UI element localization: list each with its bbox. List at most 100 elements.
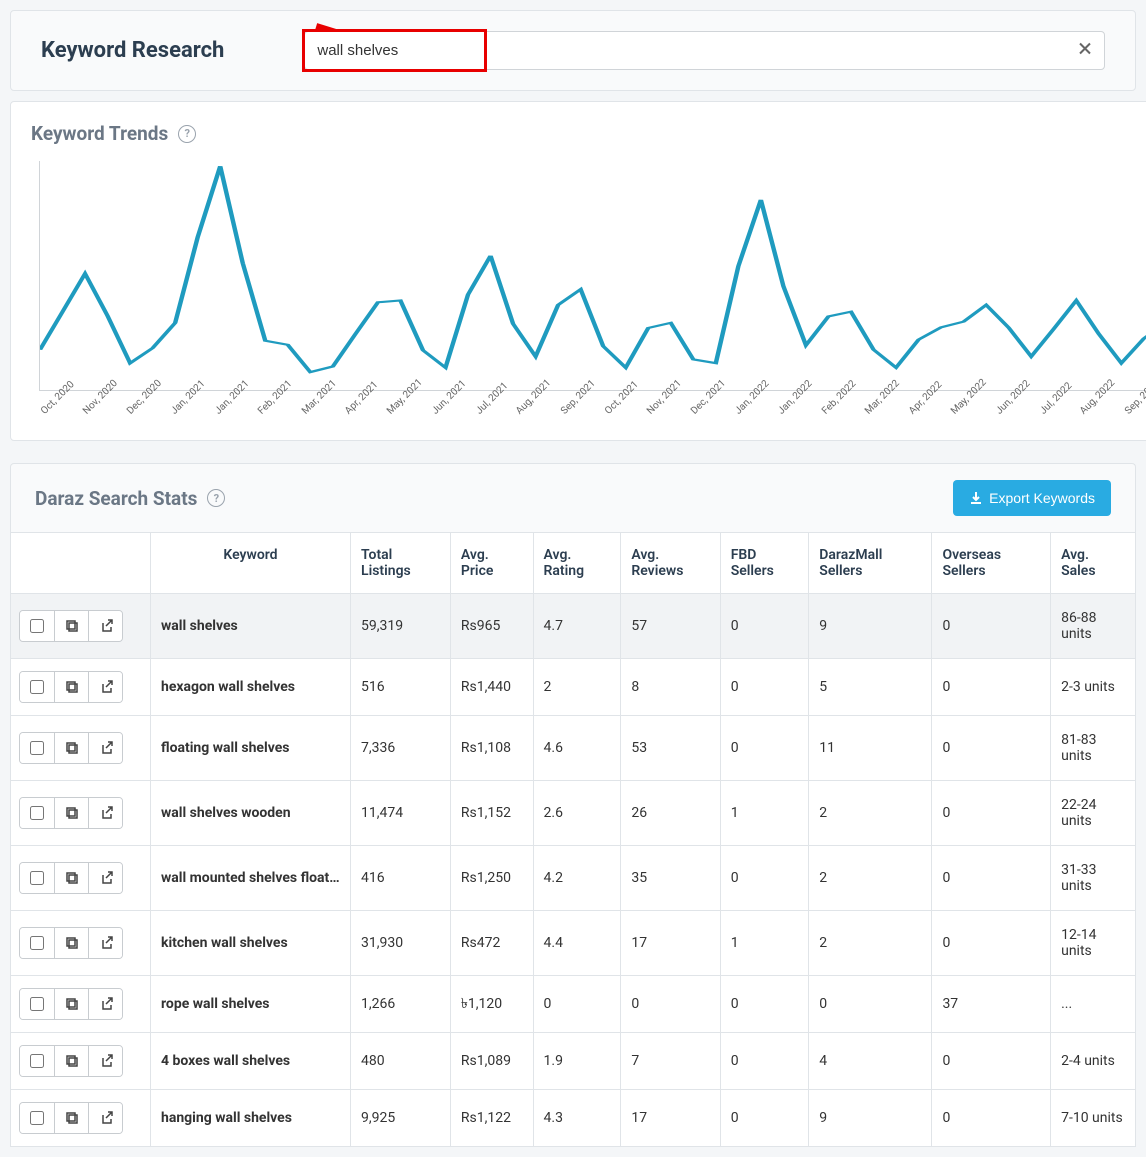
external-link-button[interactable] [88,798,122,828]
table-cell: 2 [809,911,932,976]
table-row: kitchen wall shelves31,930Rs4724.4171201… [11,911,1136,976]
copy-button[interactable] [54,798,88,828]
table-cell: 2.6 [533,781,621,846]
copy-button[interactable] [54,733,88,763]
trends-title-text: Keyword Trends [31,122,168,145]
row-checkbox[interactable] [20,611,54,641]
table-cell: Rs1,440 [450,659,533,716]
keywords-table: KeywordTotal ListingsAvg. PriceAvg. Rati… [10,532,1136,1147]
table-cell: 4.2 [533,846,621,911]
page-title: Keyword Research [41,38,224,63]
external-link-button[interactable] [88,863,122,893]
table-cell: hanging wall shelves [151,1090,351,1147]
copy-button[interactable] [54,611,88,641]
table-cell: 81-83 units [1051,716,1136,781]
table-cell: 0 [533,976,621,1033]
table-cell: 1 [720,911,809,976]
search-input[interactable] [304,31,1105,70]
table-row: hexagon wall shelves516Rs1,440280502-3 u… [11,659,1136,716]
row-checkbox[interactable] [20,989,54,1019]
table-cell: 57 [621,594,720,659]
table-cell: 9 [809,594,932,659]
copy-button[interactable] [54,1046,88,1076]
table-cell: Rs1,152 [450,781,533,846]
table-row: floating wall shelves7,336Rs1,1084.65301… [11,716,1136,781]
table-cell: 0 [720,659,809,716]
table-cell: 9,925 [351,1090,451,1147]
table-cell: 516 [351,659,451,716]
table-cell: Rs1,122 [450,1090,533,1147]
row-checkbox[interactable] [20,928,54,958]
copy-button[interactable] [54,672,88,702]
column-header: Overseas Sellers [932,533,1051,594]
table-cell: 2-3 units [1051,659,1136,716]
external-link-button[interactable] [88,1103,122,1133]
table-cell: 0 [932,594,1051,659]
row-checkbox[interactable] [20,1103,54,1133]
table-cell: 2 [809,846,932,911]
copy-button[interactable] [54,989,88,1019]
table-cell: 7,336 [351,716,451,781]
external-link-button[interactable] [88,733,122,763]
copy-button[interactable] [54,863,88,893]
table-row: rope wall shelves1,266৳1,120000037... [11,976,1136,1033]
table-cell: 2-4 units [1051,1033,1136,1090]
keyword-trends-panel: Keyword Trends ? Oct, 2020Nov, 2020Dec, … [10,101,1146,441]
row-checkbox[interactable] [20,1046,54,1076]
table-cell: 480 [351,1033,451,1090]
column-header: Avg. Price [450,533,533,594]
column-header: Avg. Reviews [621,533,720,594]
table-cell: 4.6 [533,716,621,781]
table-cell: 0 [720,1033,809,1090]
row-checkbox[interactable] [20,798,54,828]
table-cell: 7 [621,1033,720,1090]
export-keywords-button[interactable]: Export Keywords [953,480,1111,516]
external-link-button[interactable] [88,1046,122,1076]
table-cell: 0 [720,846,809,911]
table-cell: wall shelves [151,594,351,659]
help-icon[interactable]: ? [207,489,225,507]
column-header: FBD Sellers [720,533,809,594]
trends-chart [39,161,1146,391]
row-checkbox[interactable] [20,733,54,763]
table-cell: 31,930 [351,911,451,976]
external-link-button[interactable] [88,928,122,958]
table-cell: 416 [351,846,451,911]
table-row: wall shelves59,319Rs9654.75709086-88 uni… [11,594,1136,659]
external-link-button[interactable] [88,611,122,641]
table-cell: 17 [621,911,720,976]
row-checkbox[interactable] [20,672,54,702]
table-cell: 37 [932,976,1051,1033]
table-cell: 4.7 [533,594,621,659]
table-cell: floating wall shelves [151,716,351,781]
table-cell: Rs1,108 [450,716,533,781]
table-cell: Rs1,250 [450,846,533,911]
table-cell: 8 [621,659,720,716]
download-icon [969,491,983,505]
table-cell: 1 [720,781,809,846]
external-link-button[interactable] [88,672,122,702]
copy-button[interactable] [54,1103,88,1133]
table-cell: 12-14 units [1051,911,1136,976]
table-cell: Rs965 [450,594,533,659]
table-cell: ... [1051,976,1136,1033]
table-cell: 0 [720,1090,809,1147]
table-cell: 0 [932,659,1051,716]
help-icon[interactable]: ? [178,125,196,143]
table-cell: 35 [621,846,720,911]
stats-header: Daraz Search Stats ? Export Keywords [10,463,1136,532]
table-cell: 26 [621,781,720,846]
table-cell: 86-88 units [1051,594,1136,659]
table-cell: 7-10 units [1051,1090,1136,1147]
table-cell: 11 [809,716,932,781]
table-cell: 0 [932,846,1051,911]
row-checkbox[interactable] [20,863,54,893]
external-link-button[interactable] [88,989,122,1019]
copy-button[interactable] [54,928,88,958]
table-cell: 22-24 units [1051,781,1136,846]
table-row: wall mounted shelves floatin...416Rs1,25… [11,846,1136,911]
chart-x-labels: Oct, 2020Nov, 2020Dec, 2020Jan, 2021Jan,… [39,391,1146,420]
close-icon[interactable] [1077,40,1093,61]
search-header: Keyword Research [10,10,1136,91]
table-cell: 2 [533,659,621,716]
